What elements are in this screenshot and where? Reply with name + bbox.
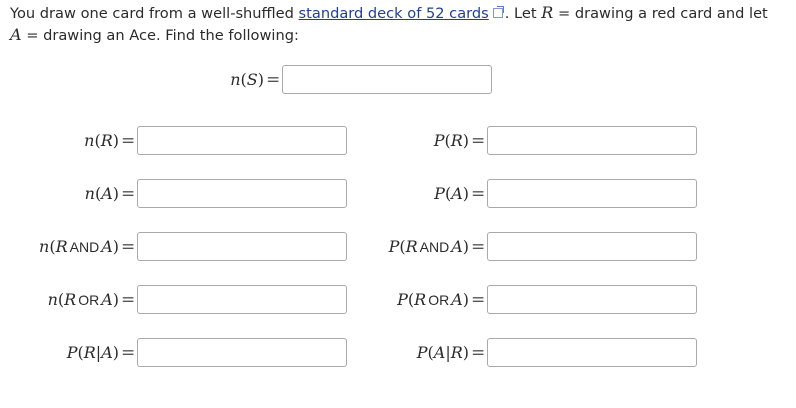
equals-sign: =: [121, 131, 136, 151]
variable-r: R: [541, 3, 554, 22]
label-p-a-given-r: P(A|R): [416, 343, 469, 362]
problem-statement: You draw one card from a well-shuffled s…: [10, 2, 780, 46]
deck-of-cards-link[interactable]: standard deck of 52 cards: [299, 5, 489, 22]
p-r-input[interactable]: [487, 126, 697, 155]
equals-sign: =: [121, 237, 136, 257]
label-n-s: n(S): [230, 70, 264, 89]
external-link-icon[interactable]: [492, 6, 504, 18]
n-r-and-a-input[interactable]: [137, 232, 347, 261]
equals-sign: =: [471, 237, 486, 257]
p-a-input[interactable]: [487, 179, 697, 208]
equals-sign: =: [121, 184, 136, 204]
n-r-or-a-input[interactable]: [137, 285, 347, 314]
p-a-given-r-input[interactable]: [487, 338, 697, 367]
label-n-r-or-a: n(R OR A): [47, 290, 119, 309]
label-n-a: n(A): [84, 184, 119, 203]
equals-sign: =: [121, 290, 136, 310]
label-n-r-and-a: n(R AND A): [39, 237, 119, 256]
equals-sign: =: [266, 70, 281, 90]
equals-sign: =: [471, 184, 486, 204]
intro-text-3: = drawing a red card and let: [553, 5, 768, 22]
label-p-r-or-a: P(R OR A): [397, 290, 469, 309]
label-p-r: P(R): [433, 131, 469, 150]
equals-sign: =: [471, 290, 486, 310]
p-r-and-a-input[interactable]: [487, 232, 697, 261]
p-r-given-a-input[interactable]: [137, 338, 347, 367]
equals-sign: =: [121, 343, 136, 363]
label-p-r-and-a: P(R AND A): [388, 237, 469, 256]
label-n-r: n(R): [84, 131, 119, 150]
n-r-input[interactable]: [137, 126, 347, 155]
equals-sign: =: [471, 131, 486, 151]
p-r-or-a-input[interactable]: [487, 285, 697, 314]
intro-text-4: = drawing an Ace. Find the following:: [21, 27, 299, 44]
variable-a: A: [10, 25, 22, 44]
equals-sign: =: [471, 343, 486, 363]
label-p-r-given-a: P(R|A): [66, 343, 119, 362]
label-p-a: P(A): [434, 184, 469, 203]
n-a-input[interactable]: [137, 179, 347, 208]
n-s-input[interactable]: [282, 65, 492, 94]
intro-text-2: . Let: [504, 5, 542, 22]
intro-text-1: You draw one card from a well-shuffled: [10, 5, 299, 22]
